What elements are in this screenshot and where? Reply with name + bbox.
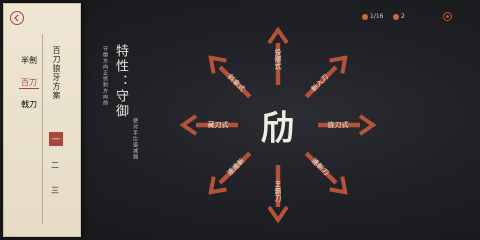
move-direction-diagram <box>179 26 377 224</box>
move-label[interactable]: 旋刀式 <box>328 120 349 130</box>
move-label[interactable]: 王霸刀 <box>273 181 283 202</box>
direction-arrow-head <box>179 114 198 136</box>
direction-arrow-head <box>358 114 377 136</box>
move-label[interactable]: 投擲式 <box>273 49 283 70</box>
weapon-glyph: 劤 <box>261 108 295 149</box>
game-screen: 半劍 百刀 戟刀 百刀狼牙方案 一 二 三 1/16 2 特性：守御 守御方向正… <box>0 0 480 240</box>
direction-arrow-head <box>267 26 289 45</box>
direction-arrow-head <box>267 205 289 224</box>
move-label[interactable]: 藏刀式 <box>208 120 229 130</box>
